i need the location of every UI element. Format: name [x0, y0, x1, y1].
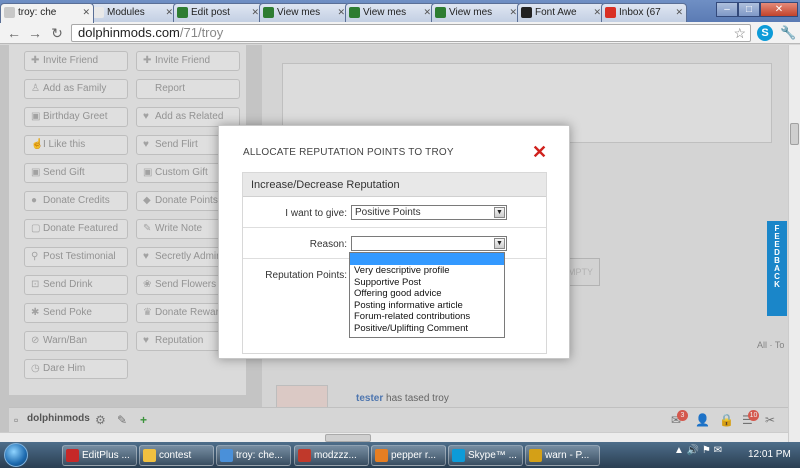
browser-tab[interactable]: Edit post ✕	[173, 3, 263, 22]
tab-close-icon[interactable]: ✕	[251, 7, 259, 18]
tab-favicon-icon	[521, 7, 532, 18]
tab-favicon-icon	[4, 7, 15, 18]
browser-tab[interactable]: View mes ✕	[431, 3, 521, 22]
browser-tab[interactable]: troy: che ✕	[0, 3, 94, 23]
taskbar-item[interactable]: troy: che...	[216, 445, 291, 466]
system-tray: ▲ 🔊 ⚑ ✉	[674, 445, 723, 456]
window-controls: – □ ✕	[716, 2, 798, 18]
taskbar-item[interactable]: EditPlus ...	[62, 445, 137, 466]
reason-option[interactable]: Positive/Uplifting Comment	[350, 323, 504, 335]
taskbar-item[interactable]: pepper r...	[371, 445, 446, 466]
address-bar[interactable]: dolphinmods.com/71/troy ☆	[71, 24, 751, 42]
taskbar-item-label: contest	[159, 450, 192, 461]
section-heading: Increase/Decrease Reputation	[243, 173, 546, 197]
taskbar: EditPlus ... contest troy: che... modzzz...…	[0, 442, 800, 468]
tab-label: Inbox (67	[619, 7, 661, 18]
tab-favicon-icon	[263, 7, 274, 18]
wrench-menu-icon[interactable]: 🔧	[780, 25, 796, 41]
tab-favicon-icon	[435, 7, 446, 18]
taskbar-app-icon	[452, 449, 465, 462]
points-type-value: Positive Points	[355, 207, 421, 218]
points-label: Reputation Points:	[265, 270, 347, 281]
reason-option[interactable]: Offering good advice	[350, 288, 504, 300]
taskbar-item-label: warn - P...	[545, 450, 590, 461]
taskbar-app-icon	[143, 449, 156, 462]
taskbar-app-icon	[298, 449, 311, 462]
reason-option[interactable]	[350, 253, 504, 265]
tab-favicon-icon	[93, 7, 104, 18]
want-row: I want to give: Positive Points ▼	[243, 198, 546, 228]
tab-label: Edit post	[191, 7, 230, 18]
taskbar-item[interactable]: modzzz...	[294, 445, 369, 466]
want-label: I want to give:	[285, 208, 347, 219]
browser-toolbar: ← → ↻ dolphinmods.com/71/troy ☆ S 🔧	[0, 22, 800, 44]
horizontal-scrollbar[interactable]	[0, 432, 788, 442]
taskbar-item[interactable]: warn - P...	[525, 445, 600, 466]
tab-favicon-icon	[349, 7, 360, 18]
chevron-down-icon[interactable]: ▼	[494, 238, 505, 249]
tab-label: View mes	[277, 7, 321, 18]
maximize-button[interactable]: □	[738, 2, 760, 17]
tab-favicon-icon	[605, 7, 616, 18]
taskbar-item[interactable]: contest	[139, 445, 214, 466]
taskbar-item-label: troy: che...	[236, 450, 283, 461]
start-button[interactable]	[4, 443, 28, 467]
tab-close-icon[interactable]: ✕	[82, 7, 90, 18]
feedback-label: FEEDBACK	[772, 224, 782, 288]
window-close-button[interactable]: ✕	[760, 2, 798, 17]
reason-option[interactable]: Very descriptive profile	[350, 265, 504, 277]
browser-tab[interactable]: View mes ✕	[345, 3, 435, 22]
feedback-tab[interactable]: FEEDBACK	[767, 221, 787, 316]
taskbar-item-label: Skype™ ...	[468, 450, 517, 461]
tab-favicon-icon	[177, 7, 188, 18]
tab-label: View mes	[363, 7, 407, 18]
tab-label: troy: che	[18, 7, 57, 18]
modal-title: ALLOCATE REPUTATION POINTS TO TROY	[243, 147, 454, 158]
reason-option[interactable]: Posting informative article	[350, 300, 504, 312]
reason-label: Reason:	[309, 239, 347, 250]
bookmark-star-icon[interactable]: ☆	[733, 25, 746, 41]
url-host: dolphinmods.com	[78, 25, 180, 40]
vertical-scroll-thumb[interactable]	[790, 123, 799, 145]
tab-close-icon[interactable]: ✕	[337, 7, 345, 18]
tab-close-icon[interactable]: ✕	[165, 7, 173, 18]
reason-select[interactable]: ▼	[351, 236, 507, 251]
taskbar-app-icon	[529, 449, 542, 462]
tab-close-icon[interactable]: ✕	[423, 7, 431, 18]
taskbar-app-icon	[375, 449, 388, 462]
forward-icon[interactable]: →	[27, 25, 43, 41]
vertical-scrollbar[interactable]	[788, 45, 800, 442]
close-icon[interactable]: ✕	[532, 142, 547, 163]
tab-close-icon[interactable]: ✕	[509, 7, 517, 18]
reload-icon[interactable]: ↻	[49, 25, 65, 41]
browser-tab[interactable]: Inbox (67 ✕	[601, 3, 687, 22]
reason-option[interactable]: Forum-related contributions	[350, 311, 504, 323]
back-icon[interactable]: ←	[6, 25, 22, 41]
tab-close-icon[interactable]: ✕	[675, 7, 683, 18]
chevron-down-icon[interactable]: ▼	[494, 207, 505, 218]
taskbar-app-icon	[66, 449, 79, 462]
reason-option[interactable]: Supportive Post	[350, 277, 504, 289]
skype-extension-icon[interactable]: S	[757, 25, 773, 41]
tab-strip: troy: che ✕ Modules ✕ Edit post ✕ View mes ✕ Vie…	[0, 0, 800, 23]
taskbar-item[interactable]: Skype™ ...	[448, 445, 523, 466]
taskbar-item-label: EditPlus ...	[82, 450, 130, 461]
minimize-button[interactable]: –	[716, 2, 738, 17]
url-path: /71/troy	[179, 25, 224, 40]
taskbar-item-label: modzzz...	[314, 450, 357, 461]
browser-tab[interactable]: Font Awe ✕	[517, 3, 605, 22]
taskbar-item-label: pepper r...	[391, 450, 437, 461]
tab-label: Modules	[107, 7, 145, 18]
tab-label: Font Awe	[535, 7, 577, 18]
clock: 12:01 PM	[748, 449, 791, 460]
taskbar-app-icon	[220, 449, 233, 462]
browser-tab[interactable]: Modules ✕	[89, 3, 177, 22]
tab-close-icon[interactable]: ✕	[593, 7, 601, 18]
reason-dropdown-list: Very descriptive profile Supportive Post O…	[349, 252, 505, 338]
horizontal-scroll-thumb[interactable]	[325, 434, 371, 442]
points-type-select[interactable]: Positive Points ▼	[351, 205, 507, 220]
tab-label: View mes	[449, 7, 493, 18]
browser-tab[interactable]: View mes ✕	[259, 3, 349, 22]
